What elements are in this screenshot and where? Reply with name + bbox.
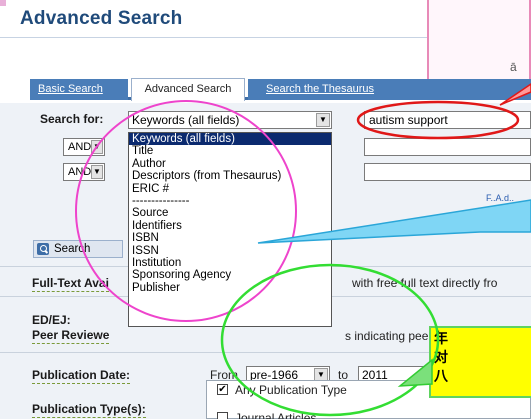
search-query-input[interactable]: autism support: [364, 111, 531, 129]
dropdown-option[interactable]: ISBN: [129, 232, 331, 244]
peer-reviewed-label: Peer Reviewe: [32, 328, 110, 344]
search-button[interactable]: Search: [33, 240, 123, 258]
search-field-select[interactable]: Keywords (all fields) ▼: [128, 111, 332, 129]
annotation-callout-line: 八: [434, 369, 448, 385]
dropdown-option[interactable]: Author: [129, 158, 331, 170]
dropdown-option[interactable]: ERIC #: [129, 183, 331, 195]
tab-search-thesaurus[interactable]: Search the Thesaurus: [260, 79, 381, 100]
add-row-link[interactable]: F..A.d..: [486, 193, 514, 203]
journal-articles-checkbox[interactable]: [217, 412, 228, 419]
fulltext-label: Full-Text Avai: [32, 276, 109, 292]
search-query-input-3[interactable]: [364, 163, 531, 181]
search-icon: [37, 243, 49, 255]
search-field-dropdown-list[interactable]: Keywords (all fields) Title Author Descript…: [128, 132, 332, 327]
fulltext-description: with free full text directly fro: [352, 276, 498, 290]
publication-date-label: Publication Date:: [32, 368, 131, 384]
corner-mark: [0, 0, 6, 6]
dropdown-option[interactable]: Title: [129, 145, 331, 157]
dropdown-option[interactable]: Source: [129, 207, 331, 219]
chevron-down-icon[interactable]: ▼: [91, 140, 103, 154]
publication-type-label: Publication Type(s):: [32, 402, 146, 418]
annotation-callout-line: 对: [434, 350, 448, 366]
boolean-operator-select-1[interactable]: AND ▼: [63, 138, 105, 156]
search-query-input-2[interactable]: [364, 138, 531, 156]
chevron-down-icon[interactable]: ▼: [91, 165, 103, 179]
search-field-value: Keywords (all fields): [132, 113, 240, 127]
search-for-label: Search for:: [40, 112, 104, 126]
boolean-operator-value: AND: [68, 141, 92, 153]
boolean-operator-select-2[interactable]: AND ▼: [63, 163, 105, 181]
dropdown-option[interactable]: ---------------: [129, 195, 331, 207]
boolean-operator-value: AND: [68, 166, 92, 178]
chevron-down-icon[interactable]: ▼: [316, 113, 330, 127]
annotation-callout-line: 年: [434, 331, 448, 347]
journal-articles-label: Journal Articles: [235, 411, 317, 419]
any-publication-type-checkbox[interactable]: ✔: [217, 384, 228, 395]
tab-advanced-search[interactable]: Advanced Search: [131, 78, 245, 101]
ed-ej-label: ED/EJ:: [32, 313, 71, 327]
dropdown-option[interactable]: Institution: [129, 257, 331, 269]
page-title: Advanced Search: [20, 8, 183, 29]
dropdown-option[interactable]: Sponsoring Agency: [129, 269, 331, 281]
annotation-note-text: ā: [510, 60, 517, 74]
dropdown-option[interactable]: Descriptors (from Thesaurus): [129, 170, 331, 182]
dropdown-option[interactable]: Publisher: [129, 282, 331, 294]
dropdown-option[interactable]: Identifiers: [129, 220, 331, 232]
dropdown-option[interactable]: ISSN: [129, 245, 331, 257]
search-button-label: Search: [54, 243, 91, 255]
search-tab-bar: Basic Search Advanced Search Search the …: [30, 76, 531, 101]
annotation-callout-text: 年 对 八: [434, 330, 528, 387]
any-publication-type-label: Any Publication Type: [235, 383, 347, 397]
dropdown-option[interactable]: Keywords (all fields): [129, 133, 331, 146]
tab-basic-search[interactable]: Basic Search: [32, 79, 109, 100]
